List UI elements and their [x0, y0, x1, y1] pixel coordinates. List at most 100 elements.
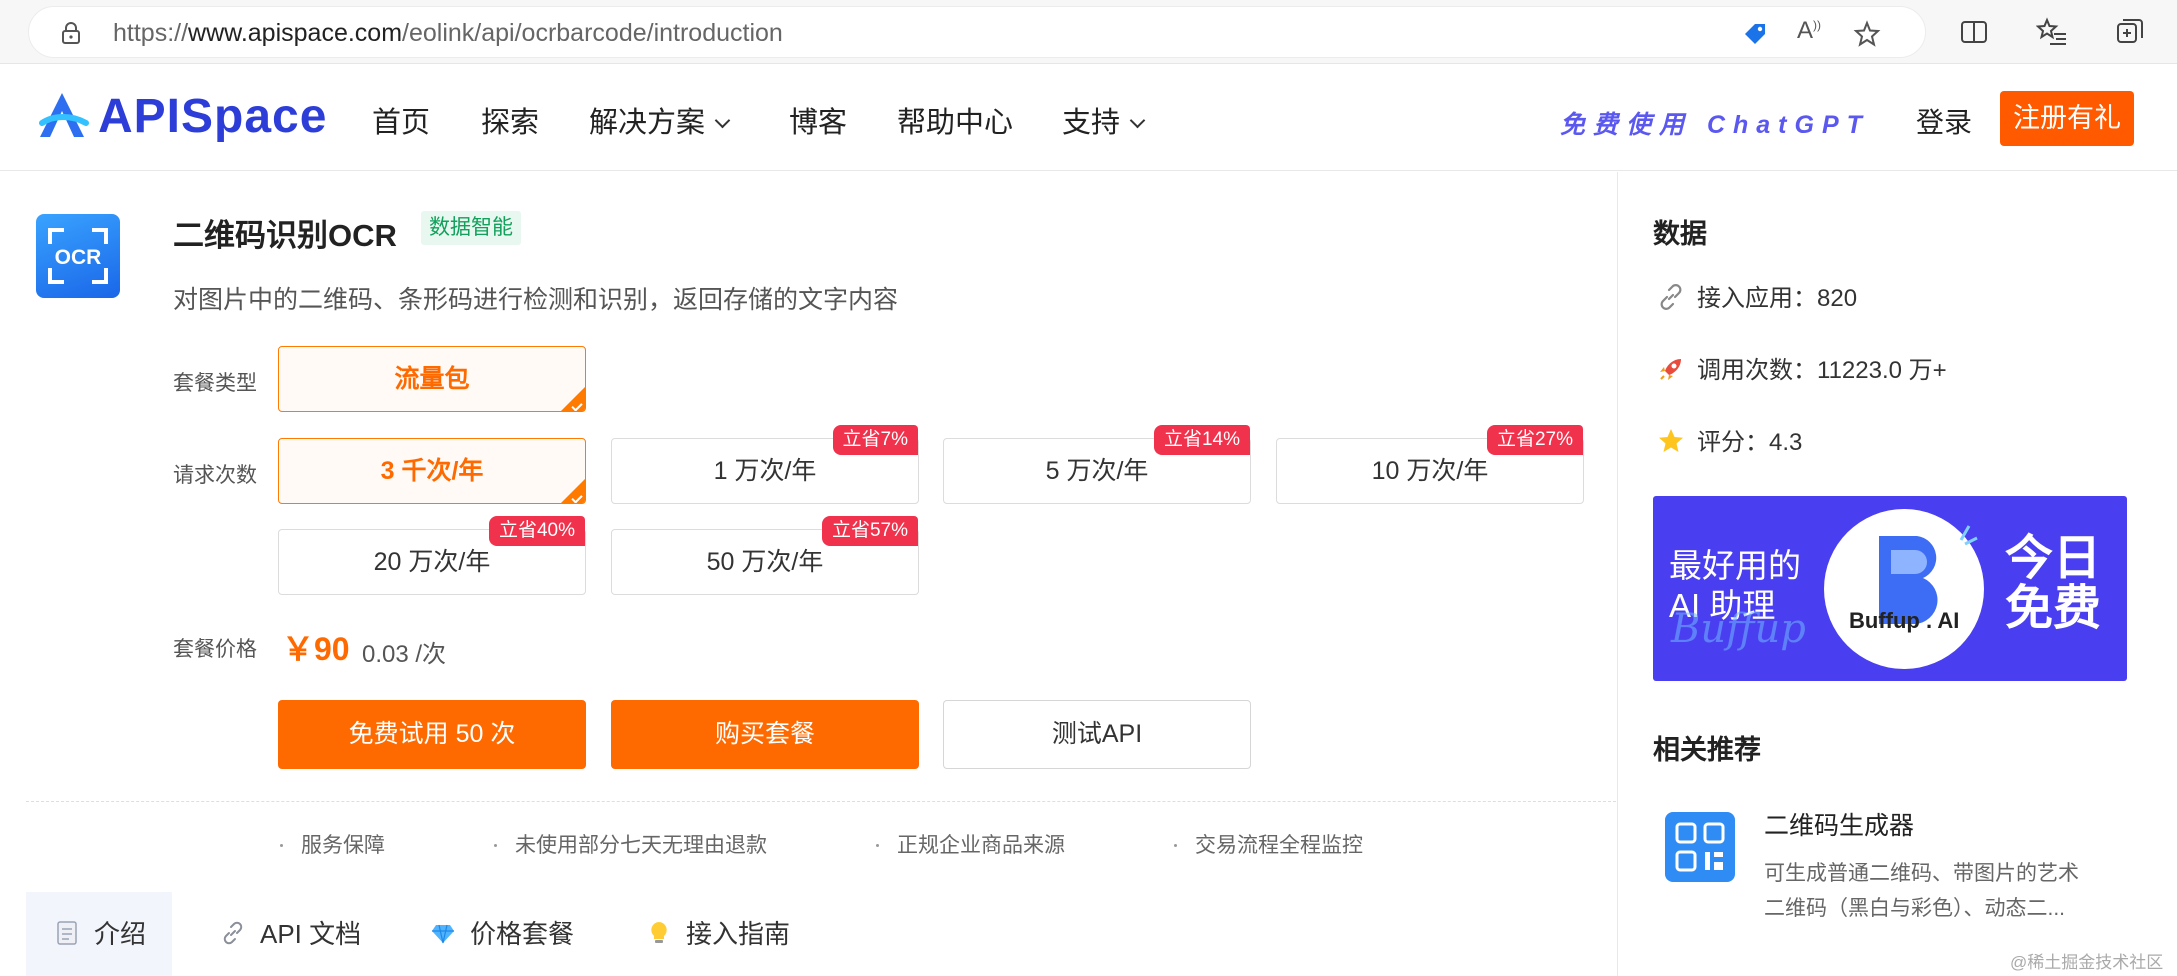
chevron-down-icon: [714, 112, 731, 129]
chevron-down-icon: [1129, 112, 1146, 129]
diamond-icon: [432, 924, 454, 944]
discount-badge: 立省7%: [832, 425, 918, 455]
bullet-dot: [876, 844, 879, 847]
stat-value: 11223.0 万+: [1817, 357, 1947, 384]
request-option-label: 1 万次/年: [713, 457, 817, 485]
banner-line: 免费: [2005, 582, 2102, 635]
price-label: 套餐价格: [173, 638, 257, 661]
request-option[interactable]: 3 千次/年: [278, 438, 586, 504]
guarantee-text: 正规企业商品来源: [897, 834, 1065, 857]
request-option[interactable]: 10 万次/年 立省27%: [1276, 425, 1584, 504]
bullet-dot: [280, 844, 283, 847]
read-aloud-icon[interactable]: A)): [1797, 17, 1825, 45]
free-trial-button[interactable]: 免费试用 50 次: [278, 700, 586, 769]
request-option[interactable]: 50 万次/年 立省57%: [611, 516, 919, 595]
address-bar[interactable]: https://www.apispace.com/eolink/api/ocrb…: [28, 6, 1926, 58]
request-option[interactable]: 5 万次/年 立省14%: [943, 425, 1251, 504]
scan-frame-icon: OCR: [48, 228, 108, 284]
tab-label: API 文档: [260, 919, 362, 949]
product-description: 对图片中的二维码、条形码进行检测和识别，返回存储的文字内容: [173, 286, 899, 314]
buy-package-button[interactable]: 购买套餐: [611, 700, 919, 769]
banner-line: 今日: [2005, 532, 2102, 585]
document-icon: [57, 921, 77, 945]
tab-api-docs[interactable]: API 文档: [220, 892, 361, 976]
split-screen-icon[interactable]: [1958, 16, 1990, 48]
bullet-dot: [494, 844, 497, 847]
watermark: @稀土掘金技术社区: [2010, 953, 2164, 972]
nav-support[interactable]: 支持: [1062, 99, 1146, 141]
request-option[interactable]: 20 万次/年 立省40%: [278, 516, 586, 595]
request-option-label: 3 千次/年: [380, 457, 484, 485]
chatgpt-promo-link[interactable]: 免费使用 ChatGPT: [1560, 105, 1870, 141]
related-item-title[interactable]: 二维码生成器: [1764, 806, 1914, 842]
nav-help-center[interactable]: 帮助中心: [897, 99, 1013, 141]
coupon-tag-icon[interactable]: [1741, 20, 1769, 48]
section-divider: [26, 801, 1616, 802]
related-item-description: 可生成普通二维码、带图片的艺术二维码（黑白与彩色）、动态二...: [1764, 862, 2079, 920]
tab-integration-guide[interactable]: 接入指南: [646, 892, 790, 976]
qr-code-icon[interactable]: [1665, 812, 1735, 882]
related-section-title: 相关推荐: [1653, 735, 1761, 765]
stat-label: 调用次数：: [1697, 357, 1817, 384]
request-option-label: 20 万次/年: [373, 548, 491, 576]
lightbulb-icon: [651, 922, 667, 944]
banner-right-text: 今日 免费: [2005, 534, 2101, 634]
favorites-list-icon[interactable]: [2036, 16, 2068, 48]
tab-pricing[interactable]: 价格套餐: [430, 892, 574, 976]
buffup-ai-banner[interactable]: 最好用的 AI 助理 Buffup Buffup . AI 今日 免费: [1653, 496, 2127, 681]
tab-label: 价格套餐: [470, 919, 575, 949]
bullet-dot: [1174, 844, 1177, 847]
ocr-icon-label: OCR: [55, 246, 102, 269]
banner-brand: Buffup . AI: [1849, 608, 1960, 633]
browser-toolbar: https://www.apispace.com/eolink/api/ocrb…: [0, 0, 2177, 64]
apispace-logo-icon[interactable]: [34, 89, 90, 145]
request-option[interactable]: 1 万次/年 立省7%: [611, 425, 919, 504]
ocr-product-icon: OCR: [36, 214, 120, 298]
site-logo[interactable]: APISpace: [98, 89, 327, 144]
stat-value: 4.3: [1769, 429, 1803, 456]
test-api-button[interactable]: 测试API: [943, 700, 1251, 769]
request-count-label: 请求次数: [173, 464, 257, 487]
guarantee-text: 服务保障: [301, 834, 385, 857]
package-type-option-label: 流量包: [394, 365, 470, 393]
nav-solutions-label: 解决方案: [589, 107, 706, 139]
stat-rating: 评分：4.3: [1657, 422, 1802, 458]
tab-introduction[interactable]: 介绍: [26, 892, 172, 976]
request-option-label: 50 万次/年: [706, 548, 824, 576]
site-header: APISpace 首页 探索 解决方案 博客 帮助中心 支持 免费使用 Chat…: [0, 65, 2177, 171]
column-divider: [1617, 172, 1618, 976]
collections-icon[interactable]: [2114, 16, 2146, 48]
stat-label: 评分：: [1697, 429, 1769, 456]
buffup-badge-icon: [1824, 509, 1984, 669]
banner-line: 最好用的: [1669, 547, 1801, 584]
category-tag[interactable]: 数据智能: [421, 211, 521, 245]
discount-badge: 立省57%: [821, 516, 918, 546]
data-section-title: 数据: [1653, 219, 1707, 249]
package-type-option[interactable]: 流量包: [278, 346, 586, 412]
url-text[interactable]: https://www.apispace.com/eolink/api/ocrb…: [113, 19, 783, 48]
favorite-star-icon[interactable]: [1853, 20, 1881, 48]
nav-home[interactable]: 首页: [372, 99, 430, 141]
package-type-label: 套餐类型: [173, 372, 257, 395]
package-price: ￥90: [282, 631, 350, 667]
register-button[interactable]: 注册有礼: [2000, 91, 2134, 146]
stat-label: 接入应用：: [1697, 285, 1817, 312]
guarantee-item: 交易流程全程监控: [1174, 829, 1363, 859]
request-option-label: 10 万次/年: [1371, 457, 1489, 485]
link-icon: [223, 921, 243, 945]
request-option-label: 5 万次/年: [1045, 457, 1149, 485]
nav-blog[interactable]: 博客: [789, 99, 847, 141]
unit-price: 0.03 /次: [362, 641, 447, 668]
tab-label: 介绍: [94, 919, 147, 949]
star-icon: [1659, 428, 1683, 452]
nav-solutions[interactable]: 解决方案: [589, 99, 731, 141]
nav-support-label: 支持: [1062, 107, 1121, 139]
guarantee-item: 正规企业商品来源: [876, 829, 1065, 859]
nav-explore[interactable]: 探索: [481, 99, 539, 141]
guarantee-text: 交易流程全程监控: [1195, 834, 1363, 857]
stat-applications: 接入应用：820: [1657, 278, 1857, 314]
lock-icon[interactable]: [61, 21, 81, 45]
product-title: 二维码识别OCR: [173, 218, 397, 253]
login-link[interactable]: 登录: [1916, 101, 1972, 141]
discount-badge: 立省40%: [488, 516, 585, 546]
